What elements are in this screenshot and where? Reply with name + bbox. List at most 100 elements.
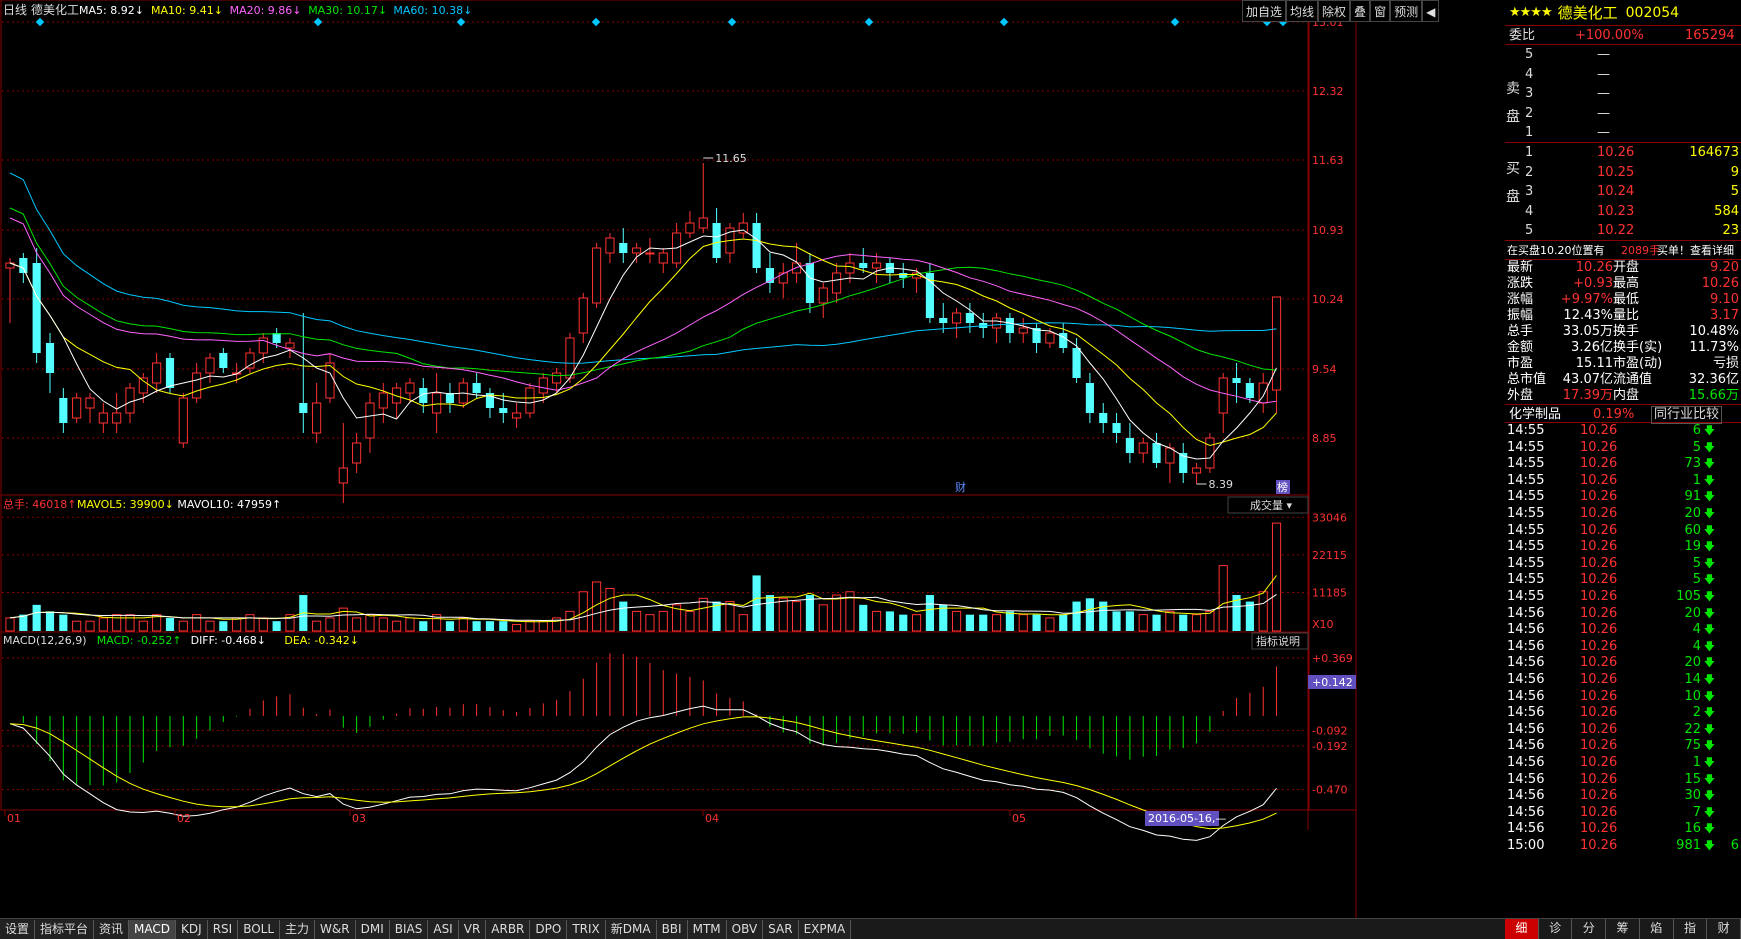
volume-bar [951,610,962,632]
candle-body [991,317,1002,329]
indicator-tab[interactable]: MACD [129,919,177,939]
volume-bar [499,621,508,631]
price-tick-label: 10.24 [1312,293,1344,306]
period-label: 日线 [3,3,27,17]
volume-bar [979,614,988,631]
toolbar-button[interactable]: 均线 [1286,0,1319,22]
candle-body [552,372,562,384]
tick-time: 14:55 [1507,506,1545,522]
order-book: 5—4—3—2—1— 卖盘 1 10.26 164673 2 10.25 9 3 10.24 5 4 1… [1505,45,1741,240]
indicator-tab[interactable]: BIAS [389,919,429,939]
quote-tab[interactable]: 财 [1707,919,1741,939]
sell-side-label: 卖盘 [1506,81,1520,126]
down-arrow-icon: 🡇 [1703,540,1715,554]
ma5-line [9,229,1277,460]
indicator-tab[interactable]: VR [458,919,487,939]
order-book-row[interactable]: 1 10.26 164673 [1505,143,1741,162]
tick-price: 10.26 [1580,522,1618,538]
toolbar-button[interactable]: 窗 [1370,0,1391,22]
indicator-tab[interactable]: W&R [315,919,356,939]
stat-label: 涨跌 [1507,275,1534,291]
candle-body [578,297,588,334]
tick-time: 14:56 [1507,771,1545,787]
order-book-row[interactable]: 2— [1505,104,1741,123]
indicator-tab[interactable]: OBV [726,919,764,939]
candle-body [512,412,522,419]
toolbar-button[interactable]: 预测 [1390,0,1423,22]
indicator-tab[interactable]: KDJ [176,919,208,939]
quote-tab[interactable]: 诊 [1539,919,1573,939]
volume-bar [72,620,82,632]
order-book-row[interactable]: 4 10.23 584 [1505,202,1741,221]
volume-bar [698,597,708,632]
candle-body [192,372,202,399]
down-arrow-icon: 🡇 [1703,507,1715,521]
indicator-tab[interactable]: RSI [207,919,239,939]
indicator-tab[interactable]: ASI [428,919,459,939]
quote-tab[interactable]: 分 [1572,919,1607,939]
quote-tab[interactable]: 细 [1505,919,1539,939]
indicator-tab[interactable]: SAR [763,919,799,939]
indicator-tab[interactable]: ARBR [486,919,531,939]
quote-tab[interactable]: 指 [1674,919,1708,939]
volume-bar [685,610,695,632]
tick-volume: 20 [1684,605,1701,621]
order-book-row[interactable]: 5 10.22 23 [1505,221,1741,240]
order-book-row[interactable]: 1— [1505,123,1741,142]
indicator-tab[interactable]: BOLL [238,919,281,939]
collapse-icon[interactable]: ◀ [1422,0,1440,22]
volume-legend-item: MAVOL5: 39900↓ [77,498,174,511]
tick-row: 14:56 10.26 1 🡇 [1505,755,1741,772]
order-book-row[interactable]: 5— [1505,45,1741,64]
stock-name[interactable]: 德美化工 [1558,2,1618,23]
indicator-tab[interactable]: 设置 [0,919,36,939]
tick-price: 10.26 [1580,423,1618,439]
toolbar-button[interactable]: 除权 [1318,0,1351,22]
candle-body [338,467,348,484]
quote-tab[interactable]: 筹 [1606,919,1640,939]
sector-compare-button[interactable]: 同行业比较 [1651,405,1723,424]
tick-price: 10.26 [1580,638,1618,654]
level-price: — [1597,124,1610,140]
indicator-tab[interactable]: 资讯 [94,919,130,939]
volume-bar [192,614,202,632]
tick-row: 14:55 10.26 5 🡇 [1505,572,1741,589]
price-tick-label: 11.63 [1312,154,1344,167]
order-book-row[interactable]: 2 10.25 9 [1505,163,1741,182]
indicator-tab[interactable]: EXPMA [798,919,852,939]
tick-list[interactable]: 14:55 10.26 6 🡇 14:55 10.26 5 🡇 14:55 10.26 73 🡇 14:… [1505,423,1741,854]
tick-row: 14:55 10.26 5 🡇 [1505,440,1741,457]
candle-body [32,263,41,353]
volume-bar [1218,565,1228,632]
notice-link[interactable]: 买单！查看详细 [1657,241,1734,260]
order-notice[interactable]: 在买盘10.20位置有 2089手 买单！查看详细 [1505,240,1741,260]
chart-frame [0,0,1310,811]
volume-bar [725,601,735,632]
indicator-tab[interactable]: DMI [355,919,390,939]
toolbar-button[interactable]: 叠 [1350,0,1371,22]
tick-volume: 10 [1684,688,1701,704]
header-stock-name: 德美化工 [31,2,79,17]
tick-price: 10.26 [1580,754,1618,770]
level-number: 1 [1525,145,1534,161]
quote-tab[interactable]: 焰 [1640,919,1674,939]
indicator-tab[interactable]: BBI [656,919,688,939]
indicator-tab[interactable]: TRIX [567,919,606,939]
indicator-tab[interactable]: 指标平台 [35,919,95,939]
indicator-tab[interactable]: 主力 [280,919,316,939]
stat-label: 金额 [1507,339,1534,355]
order-book-row[interactable]: 4— [1505,65,1741,84]
volume-bar [378,617,388,632]
indicator-tab[interactable]: DPO [530,919,568,939]
candle-body [85,397,95,409]
order-book-row[interactable]: 3 10.24 5 [1505,182,1741,201]
tick-row: 15:00 10.26 981 🡇 6 [1505,838,1741,855]
chart-canvas[interactable]: 13.0112.3211.6310.9310.249.548.8511.658.… [0,0,1505,918]
indicator-tab[interactable]: 新DMA [605,919,657,939]
level-number: 1 [1525,124,1534,140]
order-book-row[interactable]: 3— [1505,84,1741,103]
tick-time: 14:56 [1507,804,1545,820]
indicator-tab[interactable]: MTM [687,919,727,939]
volume-bar [1125,611,1134,631]
toolbar-button[interactable]: 加自选 [1242,0,1287,22]
